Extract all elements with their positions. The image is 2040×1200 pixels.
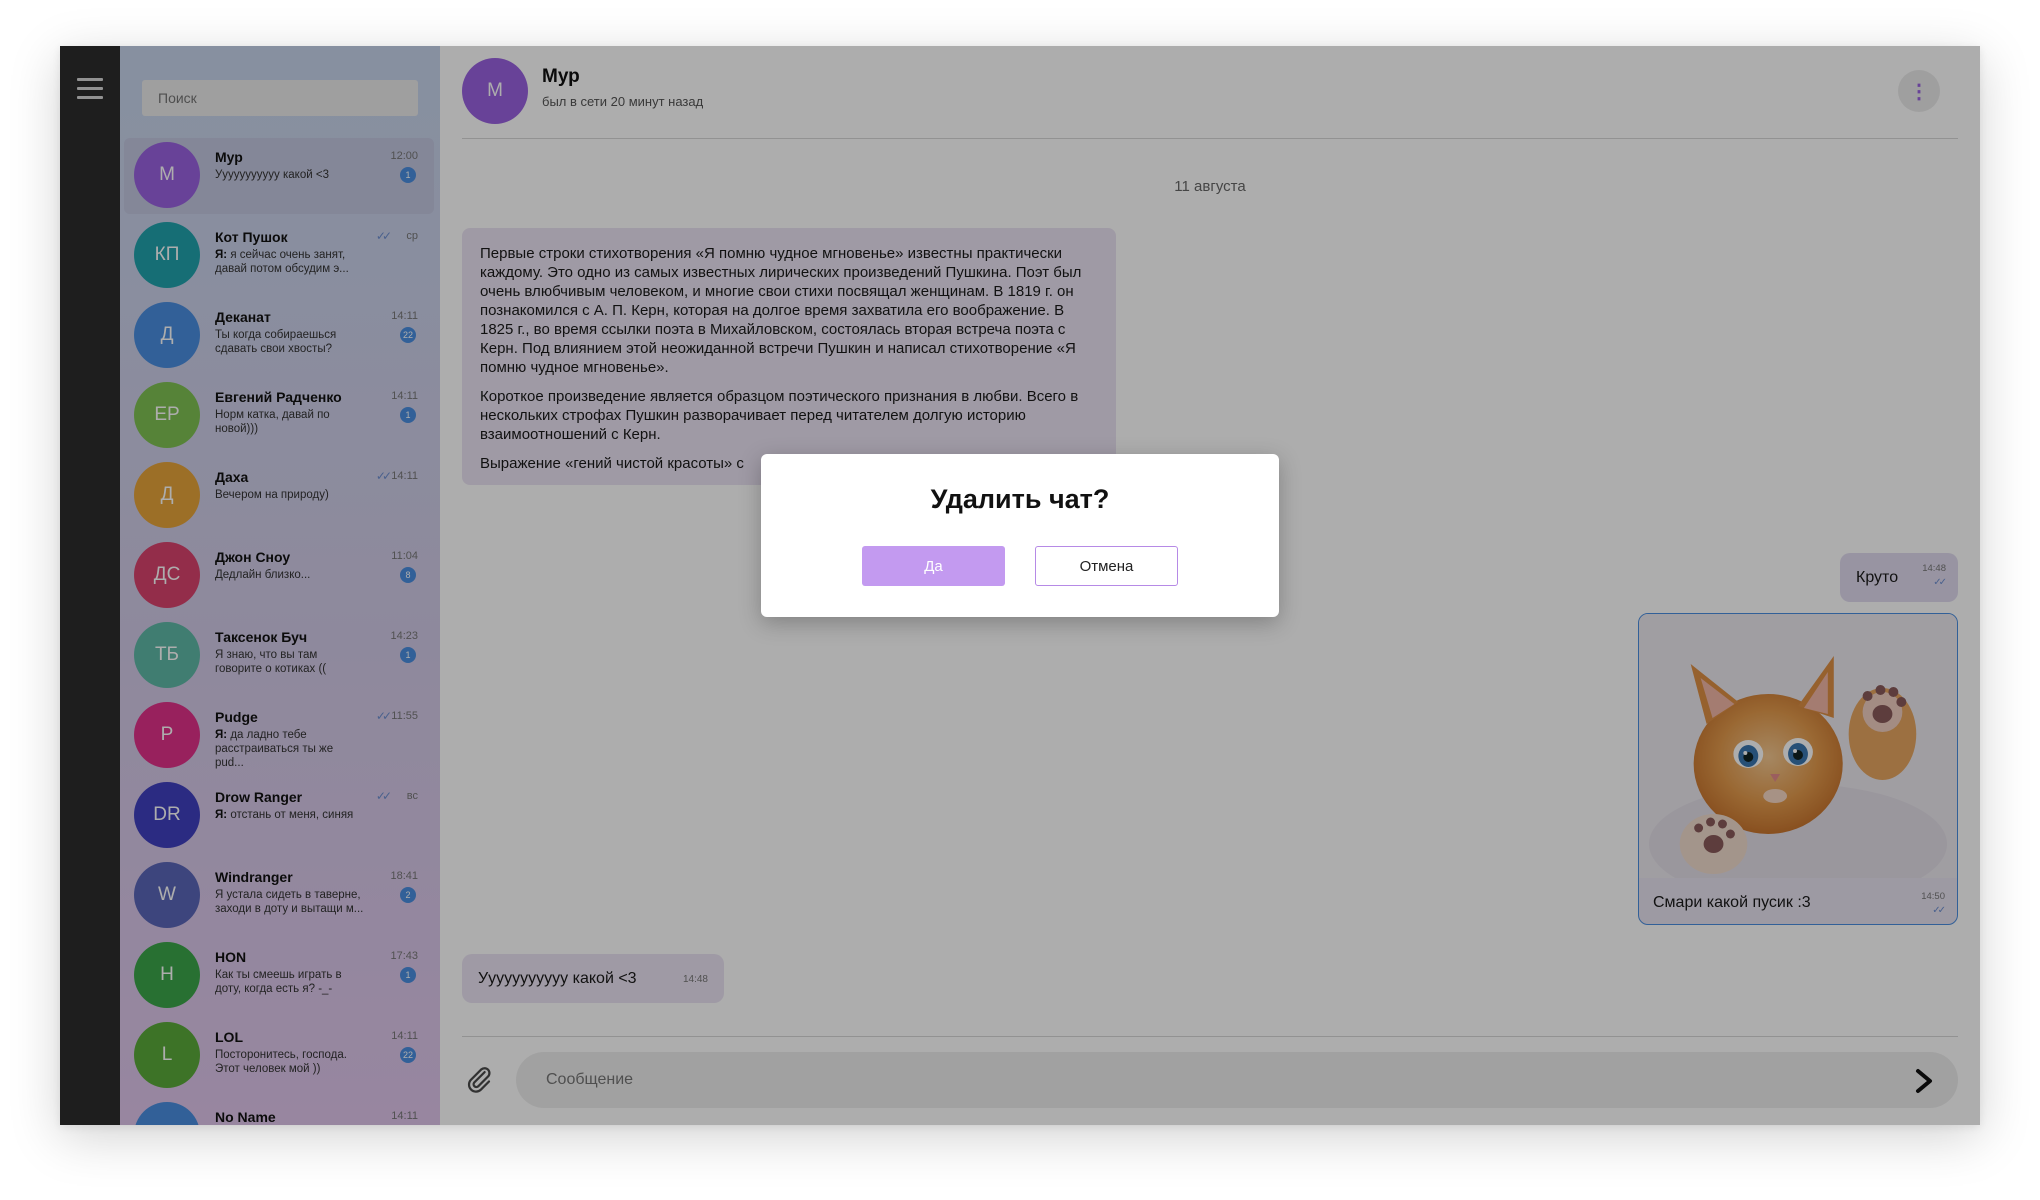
delete-chat-dialog: Удалить чат? Да Отмена: [761, 454, 1279, 617]
dialog-title: Удалить чат?: [930, 484, 1110, 514]
cancel-button[interactable]: Отмена: [1035, 546, 1178, 586]
app-window: ММурУуууууууууу какой <312:001КПКот Пушо…: [60, 46, 1980, 1125]
confirm-button[interactable]: Да: [862, 546, 1005, 586]
